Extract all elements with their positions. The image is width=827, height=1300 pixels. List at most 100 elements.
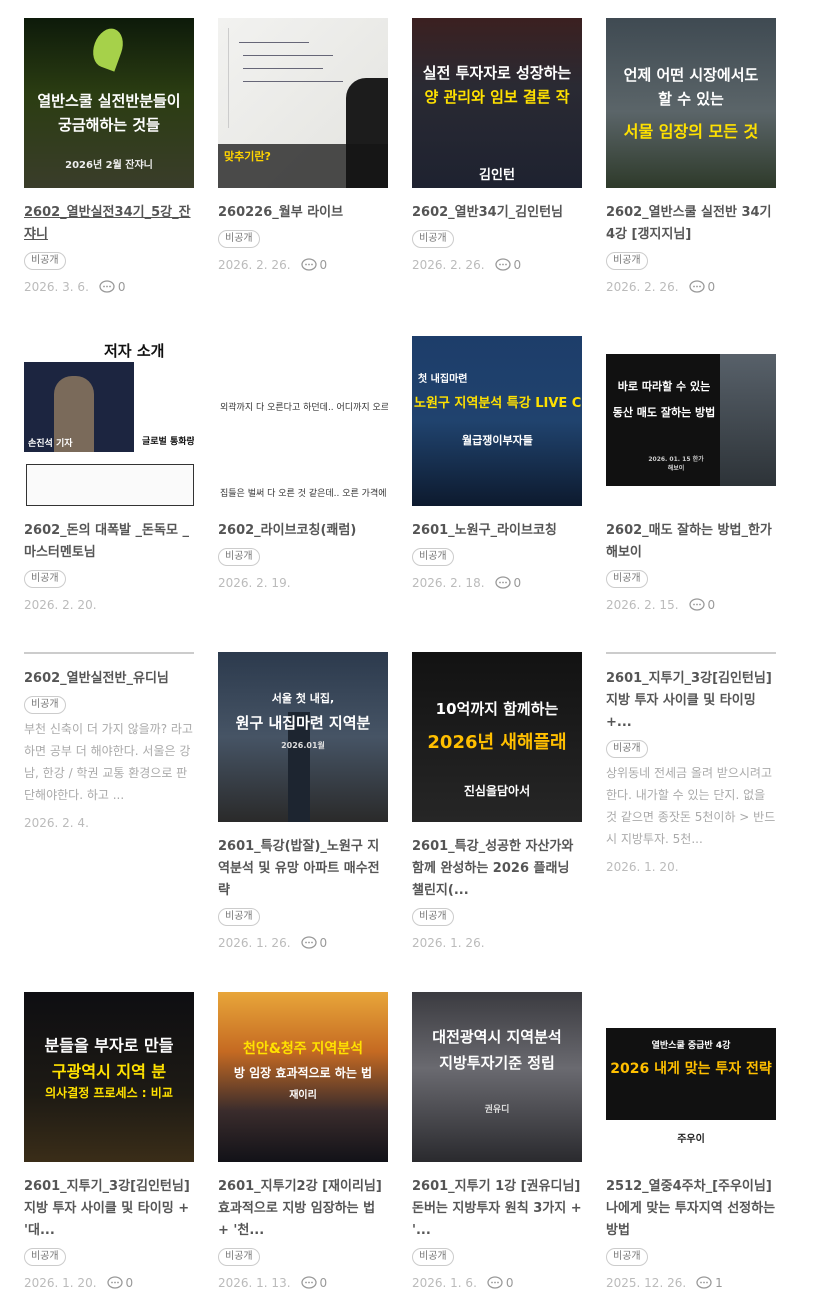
post-title[interactable]: 2602_매도 잘하는 방법_한가해보이 [606, 520, 776, 564]
post-card[interactable]: 서울 첫 내집, 원구 내집마련 지역분 2026.01월 2601_특강(밥잘… [218, 652, 388, 952]
post-card[interactable]: 외곽까지 다 오른다고 하던데.. 어디까지 오르는 것인가 집들은 벌써 다 … [218, 336, 388, 592]
post-date: 2026. 2. 26. [606, 280, 679, 294]
post-thumbnail[interactable]: 열반스쿨 중급반 4강 2026 내게 맞는 투자 전략 주우이 [606, 992, 776, 1162]
comment-count[interactable]: 0 [494, 258, 521, 272]
comment-count[interactable]: 0 [487, 1276, 514, 1290]
post-card[interactable]: 첫 내집마련 노원구 지역분석 특강 LIVE COACHING 월급쟁이부자들… [412, 336, 582, 592]
comment-count[interactable]: 0 [106, 1276, 133, 1290]
thumb-line-3: 진심을담아서 [463, 784, 531, 798]
private-badge: 비공개 [218, 1248, 260, 1266]
private-badge: 비공개 [606, 740, 648, 758]
post-title[interactable]: 2602_라이브코칭(쾌럼) [218, 520, 388, 542]
post-title[interactable]: 260226_월부 라이브 [218, 202, 388, 224]
post-title[interactable]: 2601_특강(밥잘)_노원구 지역분석 및 유망 아파트 매수전략 [218, 836, 388, 902]
post-card[interactable]: 맞추기란? 260226_월부 라이브 비공개 2026. 2. 26. 0 [218, 18, 388, 274]
post-thumbnail[interactable]: 대전광역시 지역분석 지방투자기준 정립 권유디 [412, 992, 582, 1162]
post-card[interactable]: 10억까지 함께하는 2026년 새해플래 진심을담아서 2601_특강_성공한… [412, 652, 582, 952]
post-title[interactable]: 2601_지투기_3강[김인턴님] 지방 투자 사이클 및 타이밍 + '대..… [24, 1176, 194, 1242]
comment-count[interactable]: 0 [300, 258, 327, 272]
thumb-line-1: 외곽까지 다 오른다고 하던데.. 어디까지 오르는 것인가 [220, 403, 388, 413]
thumb-line-2: 궁금해하는 것들 [58, 116, 160, 134]
thumb-line-3: 의사결정 프로세스 : 비교 [45, 1086, 173, 1100]
post-thumbnail[interactable]: 열반스쿨 실전반분들이 궁금해하는 것들 2026년 2월 잔쟈니 [24, 18, 194, 188]
post-card[interactable]: 언제 어떤 시장에서도 할 수 있는 서물 임장의 모든 것 2602_열반스쿨… [606, 18, 776, 296]
private-badge: 비공개 [412, 908, 454, 926]
thumb-line-2: 양 관리와 임보 결론 작 [424, 88, 570, 106]
post-date: 2026. 1. 26. [218, 936, 291, 950]
post-date: 2026. 1. 20. [24, 1276, 97, 1290]
post-thumbnail[interactable]: 실전 투자자로 성장하는 양 관리와 임보 결론 작 김인턴 [412, 18, 582, 188]
post-card[interactable]: 저자 소개 손진석 기자 글로벌 통화량 증가 2602_돈의 대폭발 _돈독모… [24, 336, 194, 614]
post-title[interactable]: 2601_지투기 1강 [권유디님] 돈버는 지방투자 원칙 3가지 + '..… [412, 1176, 582, 1242]
post-title[interactable]: 2602_열반실전34기_5강_잔쟈니 [24, 202, 194, 246]
post-title[interactable]: 2601_지투기_3강[김인턴님] 지방 투자 사이클 및 타이밍 +... [606, 668, 776, 734]
private-badge: 비공개 [218, 548, 260, 566]
post-title[interactable]: 2601_노원구_라이브코칭 [412, 520, 582, 542]
post-date: 2026. 2. 18. [412, 576, 485, 590]
thumb-line-3: 권유디 [484, 1105, 510, 1115]
post-thumbnail[interactable]: 맞추기란? [218, 18, 388, 188]
post-title[interactable]: 2602_열반34기_김인턴님 [412, 202, 582, 224]
post-thumbnail[interactable]: 외곽까지 다 오른다고 하던데.. 어디까지 오르는 것인가 집들은 벌써 다 … [218, 336, 388, 506]
post-title[interactable]: 2602_열반실전반_유디님 [24, 668, 194, 690]
thumb-line-3: 2026. 01. 15 한가해보이 [648, 456, 704, 472]
post-card[interactable]: 분들을 부자로 만들 구광역시 지역 분 의사결정 프로세스 : 비교 2601… [24, 992, 194, 1292]
private-badge: 비공개 [606, 252, 648, 270]
comment-count[interactable]: 0 [300, 936, 327, 950]
thumb-line-1: 열반스쿨 실전반분들이 [37, 92, 181, 110]
post-date: 2026. 2. 19. [218, 576, 291, 590]
comment-icon [696, 1276, 712, 1289]
post-thumbnail[interactable]: 분들을 부자로 만들 구광역시 지역 분 의사결정 프로세스 : 비교 [24, 992, 194, 1162]
post-date: 2026. 2. 4. [24, 816, 89, 830]
post-card[interactable]: 2602_열반실전반_유디님 비공개 부천 신축이 더 가지 않을까? 라고 하… [24, 652, 194, 832]
post-thumbnail[interactable]: 서울 첫 내집, 원구 내집마련 지역분 2026.01월 [218, 652, 388, 822]
private-badge: 비공개 [218, 908, 260, 926]
comment-icon [494, 576, 511, 589]
post-card[interactable]: 열반스쿨 중급반 4강 2026 내게 맞는 투자 전략 주우이 2512_열중… [606, 992, 776, 1292]
post-thumbnail[interactable]: 천안&청주 지역분석 방 임장 효과적으로 하는 법 재이리 [218, 992, 388, 1162]
thumb-line-2: 구광역시 지역 분 [51, 1062, 167, 1081]
post-date: 2025. 12. 26. [606, 1276, 687, 1290]
comment-count[interactable]: 0 [494, 576, 521, 590]
post-thumbnail[interactable]: 언제 어떤 시장에서도 할 수 있는 서물 임장의 모든 것 [606, 18, 776, 188]
comment-icon [106, 1276, 123, 1289]
post-thumbnail[interactable]: 저자 소개 손진석 기자 글로벌 통화량 증가 [24, 336, 194, 506]
post-date: 2026. 1. 26. [412, 936, 485, 950]
thumb-line-1: 열반스쿨 중급반 4강 [651, 1041, 731, 1051]
post-card[interactable]: 열반스쿨 실전반분들이 궁금해하는 것들 2026년 2월 잔쟈니 2602_열… [24, 18, 194, 296]
post-card[interactable]: 천안&청주 지역분석 방 임장 효과적으로 하는 법 재이리 2601_지투기2… [218, 992, 388, 1292]
private-badge: 비공개 [24, 696, 66, 714]
thumb-line-1: 실전 투자자로 성장하는 [422, 64, 572, 82]
thumb-line-2: 집들은 벌써 다 오른 것 같은데.. 오른 가격에 사도 되는건가 [220, 489, 388, 499]
post-title[interactable]: 2512_열중4주차_[주우이님] 나에게 맞는 투자지역 선정하는 방법 [606, 1176, 776, 1242]
thumb-line-3: 김인턴 [479, 168, 515, 183]
comment-count[interactable]: 0 [300, 1276, 327, 1290]
post-date: 2026. 1. 13. [218, 1276, 291, 1290]
comment-icon [99, 280, 115, 293]
divider [606, 652, 776, 654]
post-card[interactable]: 바로 따라할 수 있는 동산 매도 잘하는 방법 2026. 01. 15 한가… [606, 336, 776, 614]
post-title[interactable]: 2602_열반스쿨 실전반 34기 4강 [갱지지님] [606, 202, 776, 246]
private-badge: 비공개 [412, 230, 454, 248]
post-card[interactable]: 대전광역시 지역분석 지방투자기준 정립 권유디 2601_지투기 1강 [권유… [412, 992, 582, 1292]
post-card[interactable]: 실전 투자자로 성장하는 양 관리와 임보 결론 작 김인턴 2602_열반34… [412, 18, 582, 274]
private-badge: 비공개 [24, 1248, 66, 1266]
comment-count[interactable]: 1 [696, 1276, 723, 1290]
comment-count[interactable]: 0 [688, 598, 715, 612]
comment-icon [300, 1276, 317, 1289]
post-title[interactable]: 2602_돈의 대폭발 _돈독모 _마스터멘토님 [24, 520, 194, 564]
post-thumbnail[interactable]: 10억까지 함께하는 2026년 새해플래 진심을담아서 [412, 652, 582, 822]
post-title[interactable]: 2601_특강_성공한 자산가와 함께 완성하는 2026 플래닝 챌린지(..… [412, 836, 582, 902]
private-badge: 비공개 [218, 230, 260, 248]
thumb-line-2: 노원구 지역분석 특강 LIVE COACHING [414, 396, 582, 411]
post-thumbnail[interactable]: 바로 따라할 수 있는 동산 매도 잘하는 방법 2026. 01. 15 한가… [606, 336, 776, 506]
comment-icon [487, 1276, 503, 1289]
post-card[interactable]: 2601_지투기_3강[김인턴님] 지방 투자 사이클 및 타이밍 +... 비… [606, 652, 776, 876]
post-title[interactable]: 2601_지투기2강 [재이리님] 효과적으로 지방 임장하는 법 + '천..… [218, 1176, 388, 1242]
post-thumbnail[interactable]: 첫 내집마련 노원구 지역분석 특강 LIVE COACHING 월급쟁이부자들 [412, 336, 582, 506]
comment-count[interactable]: 0 [99, 280, 126, 294]
comment-count[interactable]: 0 [688, 280, 715, 294]
thumb-line-3: 글로벌 통화량 증가 [142, 437, 194, 447]
thumb-line-2: 지방투자기준 정립 [439, 1054, 555, 1072]
thumb-line-1: 언제 어떤 시장에서도 [623, 66, 759, 84]
